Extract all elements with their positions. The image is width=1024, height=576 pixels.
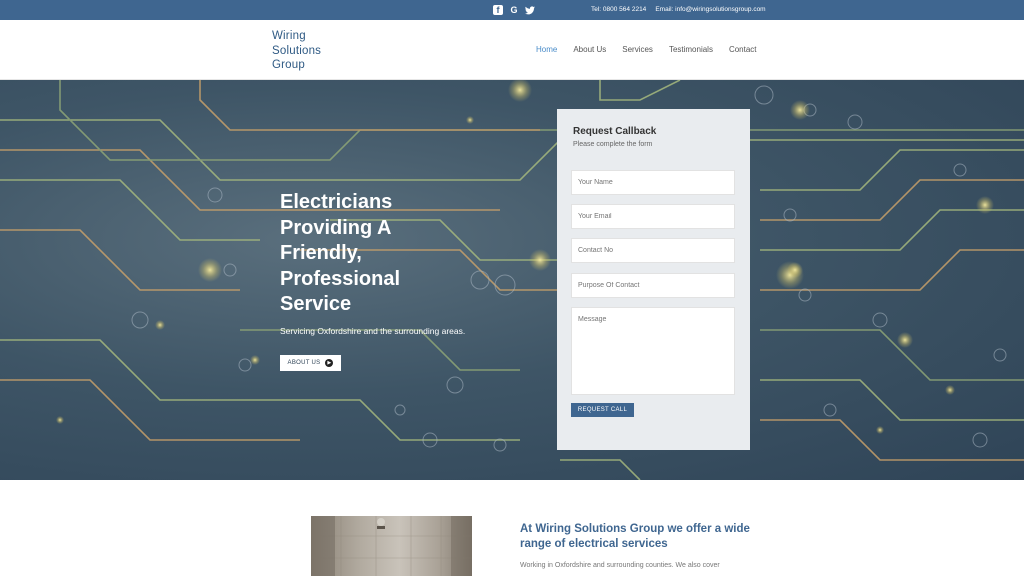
nav-testimonials[interactable]: Testimonials [669, 45, 713, 54]
form-subtitle: Please complete the form [573, 141, 653, 148]
nav-home[interactable]: Home [536, 45, 557, 54]
purpose-input[interactable] [571, 273, 735, 298]
request-call-button[interactable]: REQUEST CALL [571, 403, 634, 417]
form-title: Request Callback [573, 126, 657, 137]
logo-line: Wiring [272, 30, 306, 42]
about-us-button-label: ABOUT US [287, 360, 321, 366]
top-bar: f G Tel: 0800 564 2214 Email: info@wirin… [0, 0, 1024, 20]
main-nav: Home About Us Services Testimonials Cont… [536, 45, 757, 54]
services-heading: At Wiring Solutions Group we offer a wid… [520, 523, 750, 550]
bathroom-photo [311, 516, 472, 576]
nav-services[interactable]: Services [622, 45, 653, 54]
hero-title: Electricians Providing A Friendly, Profe… [280, 190, 540, 318]
facebook-icon[interactable]: f [493, 5, 503, 15]
email-input[interactable] [571, 204, 735, 229]
twitter-icon[interactable] [525, 5, 535, 15]
services-intro-text: Working in Oxfordshire and surrounding c… [520, 562, 720, 569]
hero-title-line: Providing A [280, 216, 392, 239]
contact-number-input[interactable] [571, 238, 735, 263]
logo-line: Group [272, 59, 305, 71]
site-header: Wiring Solutions Group Home About Us Ser… [0, 20, 1024, 80]
arrow-right-icon: ▶ [325, 359, 334, 367]
hero-subtitle: Servicing Oxfordshire and the surroundin… [280, 326, 466, 336]
message-textarea[interactable] [571, 307, 735, 395]
hero-title-line: Electricians [280, 191, 393, 213]
hero-banner: Electricians Providing A Friendly, Profe… [0, 80, 1024, 480]
about-us-button[interactable]: ABOUT US ▶ [280, 355, 341, 371]
hero-title-line: Professional [280, 267, 401, 290]
name-input[interactable] [571, 170, 735, 195]
contact-info: Tel: 0800 564 2214 Email: info@wiringsol… [591, 6, 766, 13]
nav-about-us[interactable]: About Us [573, 45, 606, 54]
callback-form: Request Callback Please complete the for… [557, 109, 750, 450]
social-links: f G [493, 5, 535, 15]
hero-title-line: Service [280, 293, 352, 315]
phone-link[interactable]: Tel: 0800 564 2214 [591, 6, 646, 13]
hero-title-line: Friendly, [280, 242, 362, 264]
logo-line: Solutions [272, 44, 322, 57]
site-logo[interactable]: Wiring Solutions Group [272, 29, 321, 73]
google-icon[interactable]: G [509, 5, 519, 15]
email-link[interactable]: Email: info@wiringsolutionsgroup.com [655, 6, 765, 13]
nav-contact[interactable]: Contact [729, 45, 757, 54]
